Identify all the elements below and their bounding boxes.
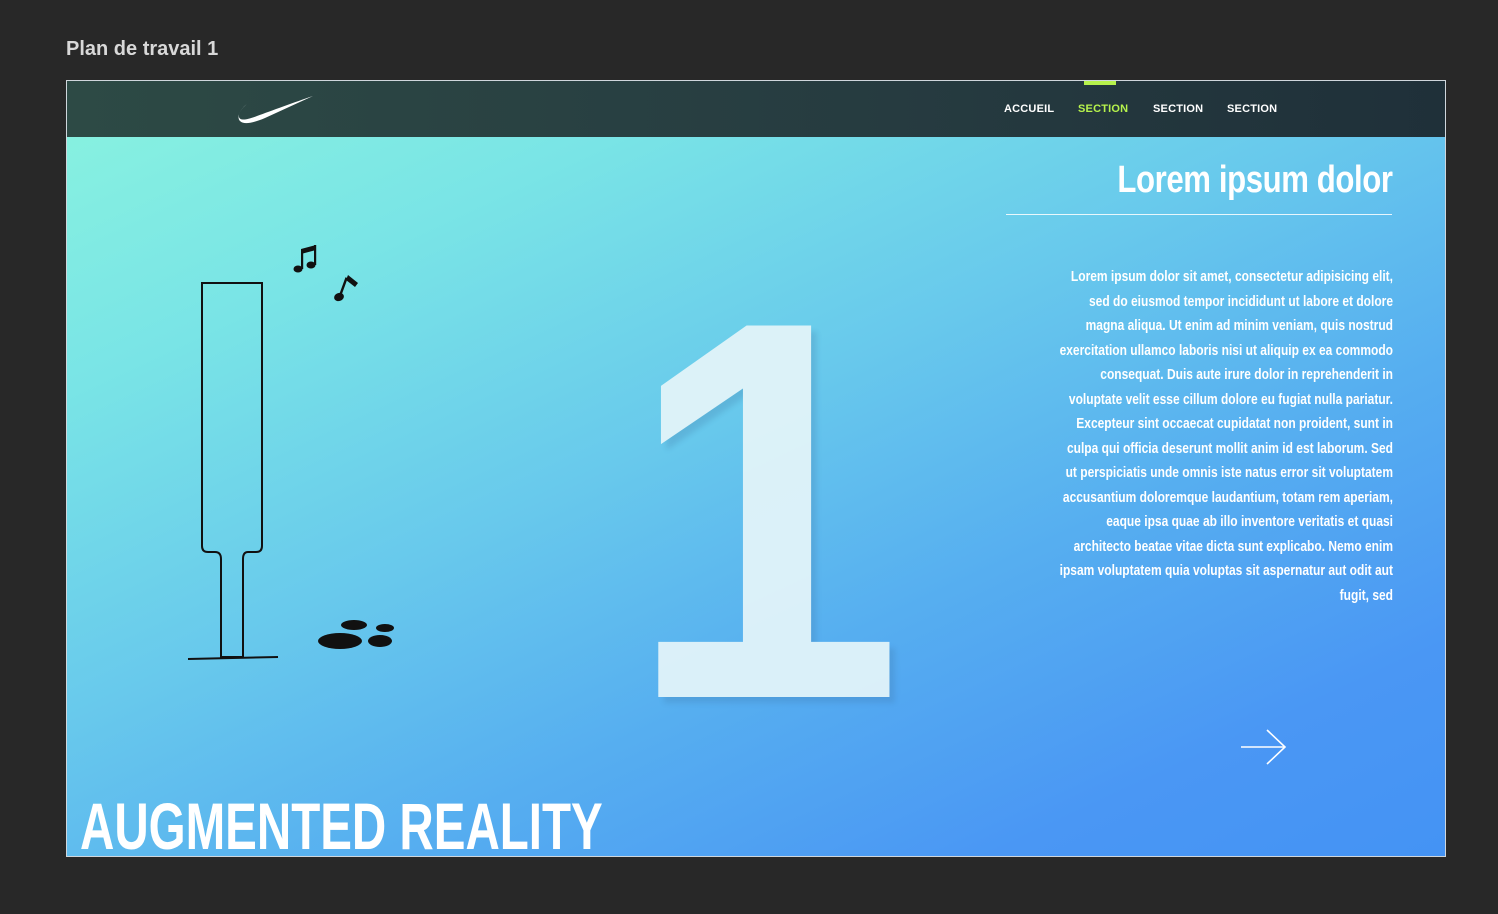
arrow-right-icon[interactable] (1239, 727, 1287, 767)
nav-item-section-1[interactable]: SECTION (1078, 103, 1128, 115)
footprints-icon (318, 620, 394, 649)
hero-heading: Lorem ipsum dolor (1117, 159, 1394, 201)
heading-divider (1006, 214, 1392, 215)
music-note-icon (293, 245, 317, 273)
nav-item-accueil[interactable]: ACCUEIL (1004, 103, 1054, 115)
nike-swoosh-logo[interactable] (237, 95, 315, 125)
artboard: ACCUEIL SECTION SECTION SECTION 1 Lorem … (66, 80, 1446, 857)
nav-item-section-3[interactable]: SECTION (1227, 103, 1277, 115)
nav-item-section-2[interactable]: SECTION (1153, 103, 1203, 115)
music-note-icon (334, 275, 358, 302)
slide-number: 1 (627, 209, 904, 812)
glass-music-notes-footprints-illustration (187, 245, 394, 660)
hero-body-text: Lorem ipsum dolor sit amet, consectetur … (1059, 268, 1393, 604)
navbar: ACCUEIL SECTION SECTION SECTION (67, 81, 1445, 137)
nav-active-indicator (1084, 81, 1116, 85)
glass-icon (187, 282, 279, 660)
page-title: AUGMENTED REALITY (80, 789, 603, 857)
artboard-label: Plan de travail 1 (66, 38, 219, 60)
